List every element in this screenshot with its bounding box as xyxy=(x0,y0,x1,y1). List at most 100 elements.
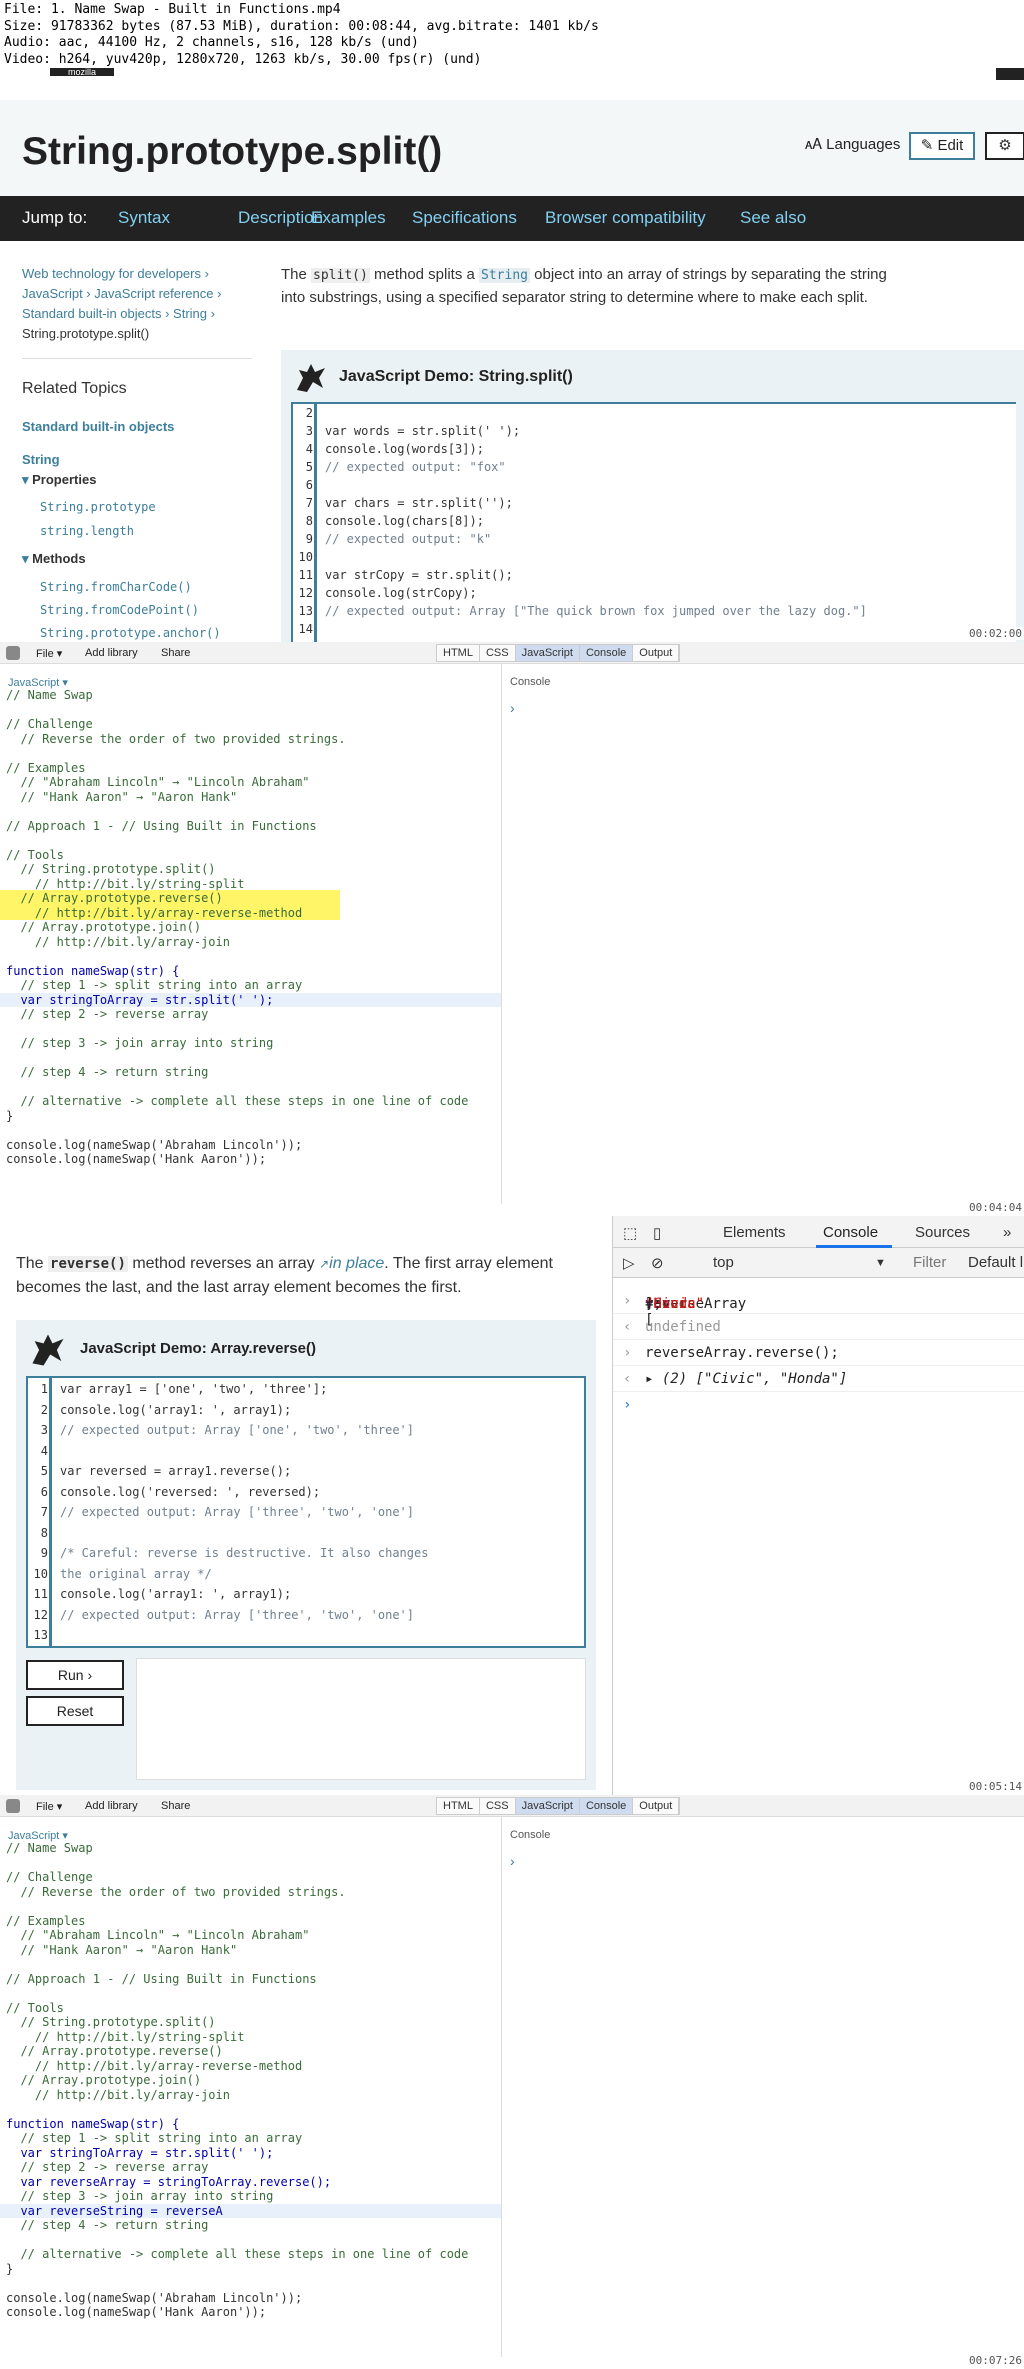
tab-javascript[interactable]: JavaScript xyxy=(515,1798,580,1814)
reset-button[interactable]: Reset xyxy=(26,1696,124,1726)
jsfiddle-logo-icon[interactable] xyxy=(6,646,20,660)
run-button[interactable]: Run › xyxy=(26,1660,124,1690)
clear-console-icon[interactable]: ⊘ xyxy=(651,1254,664,1272)
fiddle-toolbar: File ▾ Add library Share HTML CSS JavaSc… xyxy=(0,642,1024,664)
string-link[interactable]: String xyxy=(479,268,530,283)
file-info-header: File: 1. Name Swap - Built in Functions.… xyxy=(0,0,1024,68)
console-entry-result[interactable]: ‹ ▸ (2) ["Civic", "Honda"] xyxy=(613,1368,1024,1392)
tab-output[interactable]: Output xyxy=(633,645,680,661)
top-menu-button[interactable] xyxy=(996,68,1024,80)
panel-divider[interactable] xyxy=(501,664,502,1204)
sidebar-link-length[interactable]: string.length xyxy=(40,524,134,538)
code-line: var reversed = array1.reverse(); xyxy=(60,1464,292,1478)
jump-link-specifications[interactable]: Specifications xyxy=(412,208,517,228)
breadcrumb-item[interactable]: JavaScript reference › xyxy=(94,286,221,301)
context-select[interactable]: top xyxy=(713,1254,734,1271)
tab-html[interactable]: HTML xyxy=(437,1798,480,1814)
jump-link-see-also[interactable]: See also xyxy=(740,208,806,228)
code-line: /* Careful: reverse is destructive. It a… xyxy=(60,1546,429,1560)
desc-text: method reverses an array xyxy=(127,1255,320,1272)
mozilla-logo[interactable]: mozilla xyxy=(50,68,114,77)
device-toggle-icon[interactable]: ▯ xyxy=(653,1224,661,1242)
edit-button[interactable]: ✎ Edit xyxy=(909,132,975,160)
sidebar-link-string[interactable]: String xyxy=(22,452,60,467)
code-line: console.log('array1: ', array1); xyxy=(60,1402,292,1417)
console-prompt-icon[interactable]: › xyxy=(510,1853,515,1869)
sidebar-methods-toggle[interactable]: ▾ Methods xyxy=(22,551,86,567)
code-line: var reverseArray = stringToArray.reverse… xyxy=(6,2174,332,2189)
sidebar-link-anchor[interactable]: String.prototype.anchor() xyxy=(40,626,221,640)
panel-tabs: HTML CSS JavaScript Console Output xyxy=(436,1797,681,1815)
tab-sources[interactable]: Sources xyxy=(915,1224,970,1241)
console-prompt[interactable]: › xyxy=(613,1394,1024,1418)
inspect-icon[interactable]: ⬚ xyxy=(623,1224,637,1242)
sidebar-properties-toggle[interactable]: ▾ Properties xyxy=(22,472,96,488)
tab-output[interactable]: Output xyxy=(633,1798,680,1814)
settings-button[interactable]: ⚙ xyxy=(985,132,1024,160)
code-line: the original array */ xyxy=(60,1566,212,1581)
code-line: // expected output: Array ['one', 'two',… xyxy=(60,1423,415,1437)
tab-css[interactable]: CSS xyxy=(480,645,516,661)
sidebar-link-fromcodepoint[interactable]: String.fromCodePoint() xyxy=(40,603,199,617)
jump-link-examples[interactable]: Examples xyxy=(311,208,386,228)
code-line: // step 3 -> join array into string xyxy=(6,2189,274,2203)
sidebar-toggle-icon[interactable]: ▷ xyxy=(623,1254,635,1272)
log-level-select[interactable]: Default l xyxy=(968,1254,1023,1271)
add-library-button[interactable]: Add library xyxy=(85,647,138,659)
file-menu[interactable]: File ▾ xyxy=(36,647,62,660)
tab-javascript[interactable]: JavaScript xyxy=(515,645,580,661)
sidebar-link-std-objects[interactable]: Standard built-in objects xyxy=(22,419,174,434)
sidebar-link-fromcharcode[interactable]: String.fromCharCode() xyxy=(40,580,192,594)
share-button[interactable]: Share xyxy=(161,647,190,659)
languages-button[interactable]: 🗚 Languages xyxy=(805,136,900,153)
code-line: } xyxy=(6,1108,14,1123)
jump-to-label: Jump to: xyxy=(22,208,88,227)
tab-console[interactable]: Console xyxy=(823,1224,878,1241)
code-line: console.log(nameSwap('Abraham Lincoln'))… xyxy=(6,2290,303,2305)
tab-elements[interactable]: Elements xyxy=(723,1224,786,1241)
file-menu[interactable]: File ▾ xyxy=(36,1800,62,1813)
more-tabs-icon[interactable]: » xyxy=(1003,1224,1011,1241)
tab-html[interactable]: HTML xyxy=(437,645,480,661)
console-prompt-icon[interactable]: › xyxy=(510,700,515,716)
panel-divider[interactable] xyxy=(501,1817,502,2357)
breadcrumb-item[interactable]: String › xyxy=(173,306,215,321)
code-editor[interactable]: 1 2 3 4 5 6 7 8 9 10 11 12 13 var array1 = ['one', 't… xyxy=(26,1376,586,1648)
breadcrumb-item[interactable]: Standard built-in objects › xyxy=(22,306,169,321)
code-line: console.log(strCopy); xyxy=(325,586,477,600)
demo-title: JavaScript Demo: String.split() xyxy=(339,368,573,385)
console-result-array[interactable]: ▸ (2) ["Civic", "Honda"] xyxy=(645,1371,847,1387)
line-number: 3 xyxy=(40,1423,48,1437)
sidebar-link-prototype[interactable]: String.prototype xyxy=(40,500,156,514)
line-number: 10 xyxy=(298,550,313,564)
tab-css[interactable]: CSS xyxy=(480,1798,516,1814)
desc-text: The xyxy=(16,1255,49,1272)
in-place-link[interactable]: in place xyxy=(329,1255,384,1272)
jump-link-browser-compat[interactable]: Browser compatibility xyxy=(545,208,706,228)
line-number: 6 xyxy=(305,478,313,492)
prompt-chevron-icon: › xyxy=(623,1397,632,1413)
line-number: 9 xyxy=(40,1546,48,1560)
breadcrumb-item[interactable]: Web technology for developers › xyxy=(22,264,252,284)
breadcrumb-item[interactable]: JavaScript › xyxy=(22,286,91,301)
code-line: // Challenge xyxy=(6,1870,93,1884)
jsfiddle-logo-icon[interactable] xyxy=(6,1799,20,1813)
code-line: // step 2 -> reverse array xyxy=(6,1007,209,1021)
share-button[interactable]: Share xyxy=(161,1800,190,1812)
code-line: function nameSwap(str) { xyxy=(6,963,180,978)
code-line: // Array.prototype.reverse() xyxy=(6,891,223,905)
dinosaur-icon xyxy=(297,364,325,392)
code-line: console.log(nameSwap('Abraham Lincoln'))… xyxy=(6,1137,303,1152)
code-line: // step 2 -> reverse array xyxy=(6,2160,209,2174)
line-number: 4 xyxy=(40,1443,48,1458)
tab-console[interactable]: Console xyxy=(579,645,634,661)
code-line: // Array.prototype.join() xyxy=(6,2073,202,2087)
result-arrow-icon: ‹ xyxy=(623,1371,632,1387)
filter-input[interactable]: Filter xyxy=(913,1254,946,1271)
code-editor[interactable]: 2 3 4 5 6 7 8 9 10 11 12 13 14 var words = str.split(… xyxy=(291,402,1016,642)
add-library-button[interactable]: Add library xyxy=(85,1800,138,1812)
jump-to-bar: Jump to: Syntax Description Examples Spe… xyxy=(0,196,1024,241)
jump-link-syntax[interactable]: Syntax xyxy=(118,208,170,228)
tab-console[interactable]: Console xyxy=(579,1798,634,1814)
code-line: // expected output: "fox" xyxy=(325,460,506,474)
